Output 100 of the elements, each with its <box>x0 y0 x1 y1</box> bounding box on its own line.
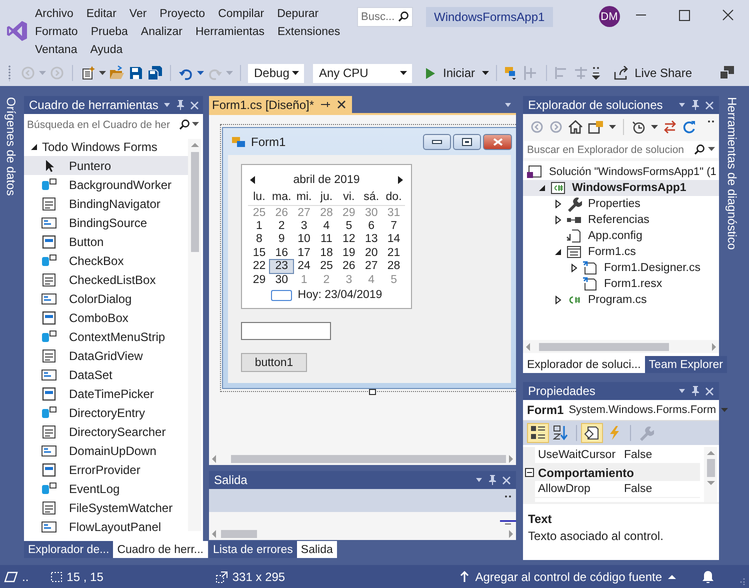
toolbox-item[interactable]: BackgroundWorker <box>24 175 188 194</box>
pin-icon[interactable] <box>176 100 186 110</box>
collapse-arrow-icon[interactable] <box>537 183 547 193</box>
menu-item[interactable]: Archivo <box>35 8 74 20</box>
dropdown-icon[interactable] <box>163 101 172 109</box>
start-button[interactable]: Iniciar <box>421 66 480 80</box>
calendar-day[interactable]: 7 <box>382 219 405 233</box>
scrollbar[interactable] <box>209 452 516 465</box>
scroll-up-icon[interactable] <box>706 450 714 456</box>
play-icon[interactable] <box>425 68 435 78</box>
search-icon[interactable] <box>694 144 705 155</box>
tree-item[interactable]: Referencias <box>523 212 719 228</box>
caret-icon[interactable] <box>292 70 299 76</box>
calendar-day[interactable]: 19 <box>338 246 360 260</box>
panel-tab[interactable]: Explorador de... <box>24 541 114 558</box>
panel-tab[interactable]: Salida <box>296 541 337 558</box>
toolbox-item[interactable]: DataGridView <box>24 346 188 365</box>
toolbox-item[interactable]: DateTimePicker <box>24 384 188 403</box>
scrollbar[interactable] <box>704 447 717 502</box>
toolbox-item[interactable]: ComboBox <box>24 308 188 327</box>
collapse-arrow-icon[interactable] <box>553 247 563 257</box>
calendar-day[interactable]: 4 <box>315 219 338 233</box>
tree-item[interactable]: WindowsFormsApp1 <box>523 180 719 196</box>
save-all-icon[interactable] <box>147 65 163 81</box>
caret-icon[interactable] <box>482 70 490 76</box>
calendar-day[interactable]: 28 <box>382 260 405 273</box>
menu-item[interactable]: Editar <box>86 8 116 20</box>
caret-icon[interactable] <box>99 70 106 76</box>
expand-arrow-icon[interactable] <box>569 263 579 273</box>
overflow-icon[interactable] <box>708 120 714 124</box>
toolbox-item[interactable]: ColorDialog <box>24 289 188 308</box>
caret-icon[interactable] <box>609 124 616 130</box>
menu-item[interactable]: Prueba <box>90 26 128 38</box>
scroll-left-icon[interactable] <box>211 530 217 538</box>
calendar-day[interactable]: 11 <box>315 232 338 246</box>
share-icon[interactable] <box>614 66 629 80</box>
collapse-icon[interactable] <box>525 468 534 477</box>
calendar-day[interactable]: 8 <box>248 232 270 246</box>
scrollbar[interactable] <box>188 139 201 531</box>
calendar-day[interactable]: 14 <box>382 232 405 246</box>
calendar-day[interactable]: 24 <box>292 260 316 273</box>
minimize-button[interactable] <box>423 134 451 150</box>
search-icon[interactable] <box>398 11 409 22</box>
expand-arrow-icon[interactable] <box>553 295 563 305</box>
tree-item[interactable]: Form1.cs <box>523 244 719 260</box>
toolbox-item[interactable]: Button <box>24 232 188 251</box>
source-control-button[interactable]: Agregar al control de código fuente <box>460 570 676 584</box>
scrollbar[interactable] <box>523 340 719 353</box>
calendar-day[interactable]: 5 <box>338 219 360 233</box>
menu-item[interactable]: Proyecto <box>160 8 206 20</box>
toolbox-item[interactable]: CheckBox <box>24 251 188 270</box>
toolbox-item[interactable]: DataSet <box>24 365 188 384</box>
scroll-thumb[interactable] <box>221 530 257 538</box>
toolbox-item[interactable]: FileSystemWatcher <box>24 498 188 517</box>
calendar-day[interactable]: 13 <box>360 232 383 246</box>
live-share-button[interactable]: Live Share <box>608 65 698 81</box>
save-icon[interactable] <box>128 65 144 81</box>
bell-icon[interactable] <box>702 570 714 583</box>
toolbox-item[interactable]: Puntero <box>24 156 188 175</box>
toolbox-item[interactable]: BindingSource <box>24 213 188 232</box>
menu-item[interactable]: Compilar <box>218 8 264 20</box>
minimize-icon[interactable] <box>432 140 442 144</box>
calendar-day[interactable]: 21 <box>382 246 405 260</box>
tree-item[interactable]: App.config <box>523 228 719 244</box>
scroll-left-icon[interactable] <box>211 454 217 462</box>
calendar-day[interactable]: 25 <box>315 260 338 273</box>
calendar-day[interactable]: 3 <box>292 219 316 233</box>
calendar-day[interactable]: 23 <box>270 260 293 273</box>
document-tab[interactable]: Form1.cs [Diseño]* <box>209 96 352 113</box>
platform-dropdown[interactable]: Any CPU <box>313 64 412 82</box>
home-icon[interactable] <box>568 120 583 134</box>
maximize-button[interactable] <box>453 134 481 150</box>
toolbox-item[interactable]: DirectorySearcher <box>24 422 188 441</box>
calendar-day[interactable]: 16 <box>270 246 293 260</box>
close-icon[interactable] <box>337 100 346 109</box>
calendar-day[interactable]: 20 <box>360 246 383 260</box>
scroll-right-icon[interactable] <box>711 342 717 350</box>
calendar-day[interactable]: 1 <box>248 219 270 233</box>
toolbox-item[interactable]: ErrorProvider <box>24 460 188 479</box>
calendar-day[interactable]: 30 <box>270 272 293 286</box>
scroll-thumb[interactable] <box>706 459 714 477</box>
new-project-icon[interactable] <box>80 65 96 81</box>
property-category[interactable]: Comportamiento <box>523 464 700 481</box>
side-tab[interactable]: Herramientas de diagnóstico <box>725 97 739 250</box>
history-icon[interactable] <box>631 120 646 134</box>
calendar-day[interactable]: 17 <box>292 246 316 260</box>
today-link[interactable]: Hoy: 23/04/2019 <box>298 289 382 302</box>
dropdown-icon[interactable] <box>678 387 686 395</box>
expand-arrow-icon[interactable] <box>553 199 563 209</box>
toolbox-item[interactable]: CheckedListBox <box>24 270 188 289</box>
tree-item[interactable]: Form1.resx <box>523 276 719 292</box>
tree-item[interactable]: Form1.Designer.cs <box>523 260 719 276</box>
toolbox-item[interactable]: DomainUpDown <box>24 441 188 460</box>
caret-icon[interactable] <box>400 70 407 76</box>
form-button[interactable]: button1 <box>241 353 307 372</box>
tree-item[interactable]: Program.cs <box>523 292 719 308</box>
toolbox-item[interactable]: DirectoryEntry <box>24 403 188 422</box>
dropdown-icon[interactable] <box>504 100 512 108</box>
scroll-thumb[interactable] <box>231 454 506 462</box>
search-field[interactable]: Busc... <box>357 7 413 27</box>
